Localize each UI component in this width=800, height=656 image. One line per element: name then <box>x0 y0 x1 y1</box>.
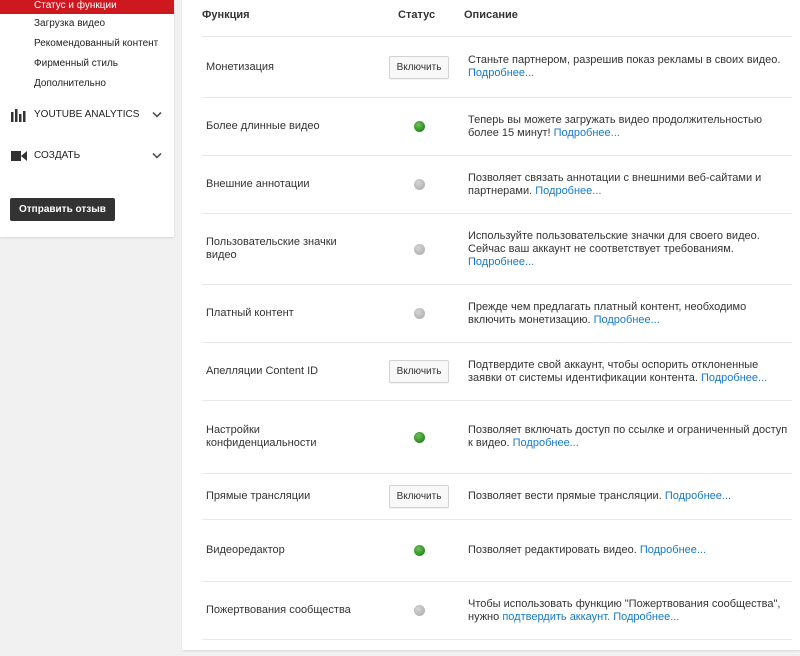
features-table: Монетизация Включить Станьте партнером, ра… <box>202 36 792 640</box>
feature-description: Позволяет вести прямые трансляции. Подро… <box>468 490 790 503</box>
sidebar-section-create[interactable]: СОЗДАТЬ <box>0 135 174 176</box>
feature-status <box>389 243 449 255</box>
learn-more-link[interactable]: Подробнее... <box>594 314 660 326</box>
feature-name: Пожертвования сообщества <box>206 604 351 616</box>
table-row: Пользовательские значки видео Используйте… <box>202 213 792 284</box>
learn-more-link[interactable]: Подробнее... <box>554 127 620 139</box>
learn-more-link[interactable]: Подробнее... <box>468 67 534 79</box>
status-enabled-dot <box>413 545 425 556</box>
feature-description: Подтвердите свой аккаунт, чтобы оспорить… <box>468 359 790 385</box>
table-row: Платный контент Прежде чем предлагать пла… <box>202 284 792 342</box>
learn-more-link[interactable]: Подробнее... <box>701 372 767 384</box>
table-row: Видеоредактор Позволяет редактировать вид… <box>202 519 792 581</box>
sidebar-item-upload-defaults[interactable]: Загрузка видео <box>0 14 174 34</box>
feature-description: Позволяет редактировать видео. Подробнее… <box>468 544 790 557</box>
enable-button[interactable]: Включить <box>389 485 449 508</box>
status-disabled-dot <box>413 605 425 616</box>
feature-name: Монетизация <box>206 60 274 73</box>
feature-description: Позволяет включать доступ по ссылке и ог… <box>468 424 790 450</box>
enable-button[interactable]: Включить <box>389 55 449 79</box>
feature-status <box>389 179 449 190</box>
learn-more-link[interactable]: Подробнее... <box>513 437 579 449</box>
status-enabled-dot <box>413 121 425 132</box>
feature-name: Внешние аннотации <box>206 178 310 190</box>
feature-name: Настройки конфиденциальности <box>206 424 317 449</box>
feature-status <box>389 121 449 132</box>
feature-name: Пользовательские значки видео <box>206 236 337 261</box>
feature-name: Видеоредактор <box>206 544 285 556</box>
learn-more-link[interactable]: Подробнее... <box>640 544 706 556</box>
description-text: Позволяет редактировать видео. <box>468 544 637 556</box>
feature-name: Платный контент <box>206 307 294 319</box>
feature-name: Прямые трансляции <box>206 490 311 502</box>
sidebar-item-branding[interactable]: Фирменный стиль <box>0 54 174 74</box>
sidebar-section-analytics[interactable]: YOUTUBE ANALYTICS <box>0 94 174 135</box>
video-camera-icon <box>11 149 27 163</box>
column-header-description: Описание <box>464 9 518 21</box>
sidebar-item-advanced[interactable]: Дополнительно <box>0 74 174 94</box>
learn-more-link[interactable]: Подробнее... <box>665 490 731 502</box>
status-disabled-dot <box>413 243 425 255</box>
sidebar-item-featured-content[interactable]: Рекомендованный контент <box>0 34 174 54</box>
enable-button[interactable]: Включить <box>389 360 449 383</box>
status-enabled-dot <box>413 431 425 443</box>
feature-description: Прежде чем предлагать платный контент, н… <box>468 301 790 327</box>
column-header-function: Функция <box>202 9 250 21</box>
sidebar-section-label: YOUTUBE ANALYTICS <box>34 109 140 120</box>
feature-description: Используйте пользовательские значки для … <box>468 230 790 269</box>
chevron-down-icon[interactable] <box>152 109 162 120</box>
feature-description: Позволяет связать аннотации с внешними в… <box>468 172 790 198</box>
table-row: Прямые трансляции Включить Позволяет вести… <box>202 473 792 519</box>
table-row: Настройки конфиденциальности Позволяет вк… <box>202 400 792 473</box>
description-text: Позволяет связать аннотации с внешними в… <box>468 171 762 197</box>
chevron-down-icon[interactable] <box>152 150 162 161</box>
sidebar: Статус и функции Загрузка видео Рекоменд… <box>0 0 174 237</box>
column-header-status: Статус <box>398 9 436 21</box>
feature-description: Станьте партнером, разрешив показ реклам… <box>468 54 790 80</box>
learn-more-link[interactable]: Подробнее... <box>468 256 534 268</box>
sidebar-section-label: СОЗДАТЬ <box>34 150 81 161</box>
table-row: Более длинные видео Теперь вы можете загр… <box>202 97 792 155</box>
feature-status <box>389 431 449 443</box>
feature-status <box>389 605 449 616</box>
send-feedback-button[interactable]: Отправить отзыв <box>10 198 115 221</box>
feature-status <box>389 545 449 556</box>
sidebar-item-status-and-features[interactable]: Статус и функции <box>0 0 174 14</box>
description-text: Используйте пользовательские значки для … <box>468 229 760 255</box>
table-row: Монетизация Включить Станьте партнером, ра… <box>202 36 792 97</box>
learn-more-link[interactable]: Подробнее... <box>613 611 679 623</box>
verify-account-link[interactable]: подтвердить аккаунт. <box>502 611 610 623</box>
status-disabled-dot <box>413 308 425 319</box>
table-row: Внешние аннотации Позволяет связать аннот… <box>202 155 792 213</box>
learn-more-link[interactable]: Подробнее... <box>535 185 601 197</box>
feature-name: Апелляции Content ID <box>206 365 319 377</box>
table-row: Апелляции Content ID Включить Подтвердите … <box>202 342 792 400</box>
feature-status: Включить <box>389 360 449 383</box>
description-text: Позволяет вести прямые трансляции. <box>468 490 662 502</box>
feature-description: Теперь вы можете загружать видео продолж… <box>468 114 790 140</box>
table-row: Пожертвования сообщества Чтобы использова… <box>202 581 792 640</box>
analytics-bars-icon <box>11 108 27 122</box>
feature-status <box>389 308 449 319</box>
feature-name: Более длинные видео <box>206 120 320 132</box>
description-text: Станьте партнером, разрешив показ реклам… <box>468 54 781 66</box>
table-header: Функция Статус Описание <box>182 0 800 30</box>
status-disabled-dot <box>413 179 425 190</box>
features-panel: Функция Статус Описание Монетизация Включ… <box>182 0 800 650</box>
feature-status: Включить <box>389 55 449 79</box>
feature-description: Чтобы использовать функцию "Пожертвовани… <box>468 598 790 624</box>
feature-status: Включить <box>389 485 449 508</box>
